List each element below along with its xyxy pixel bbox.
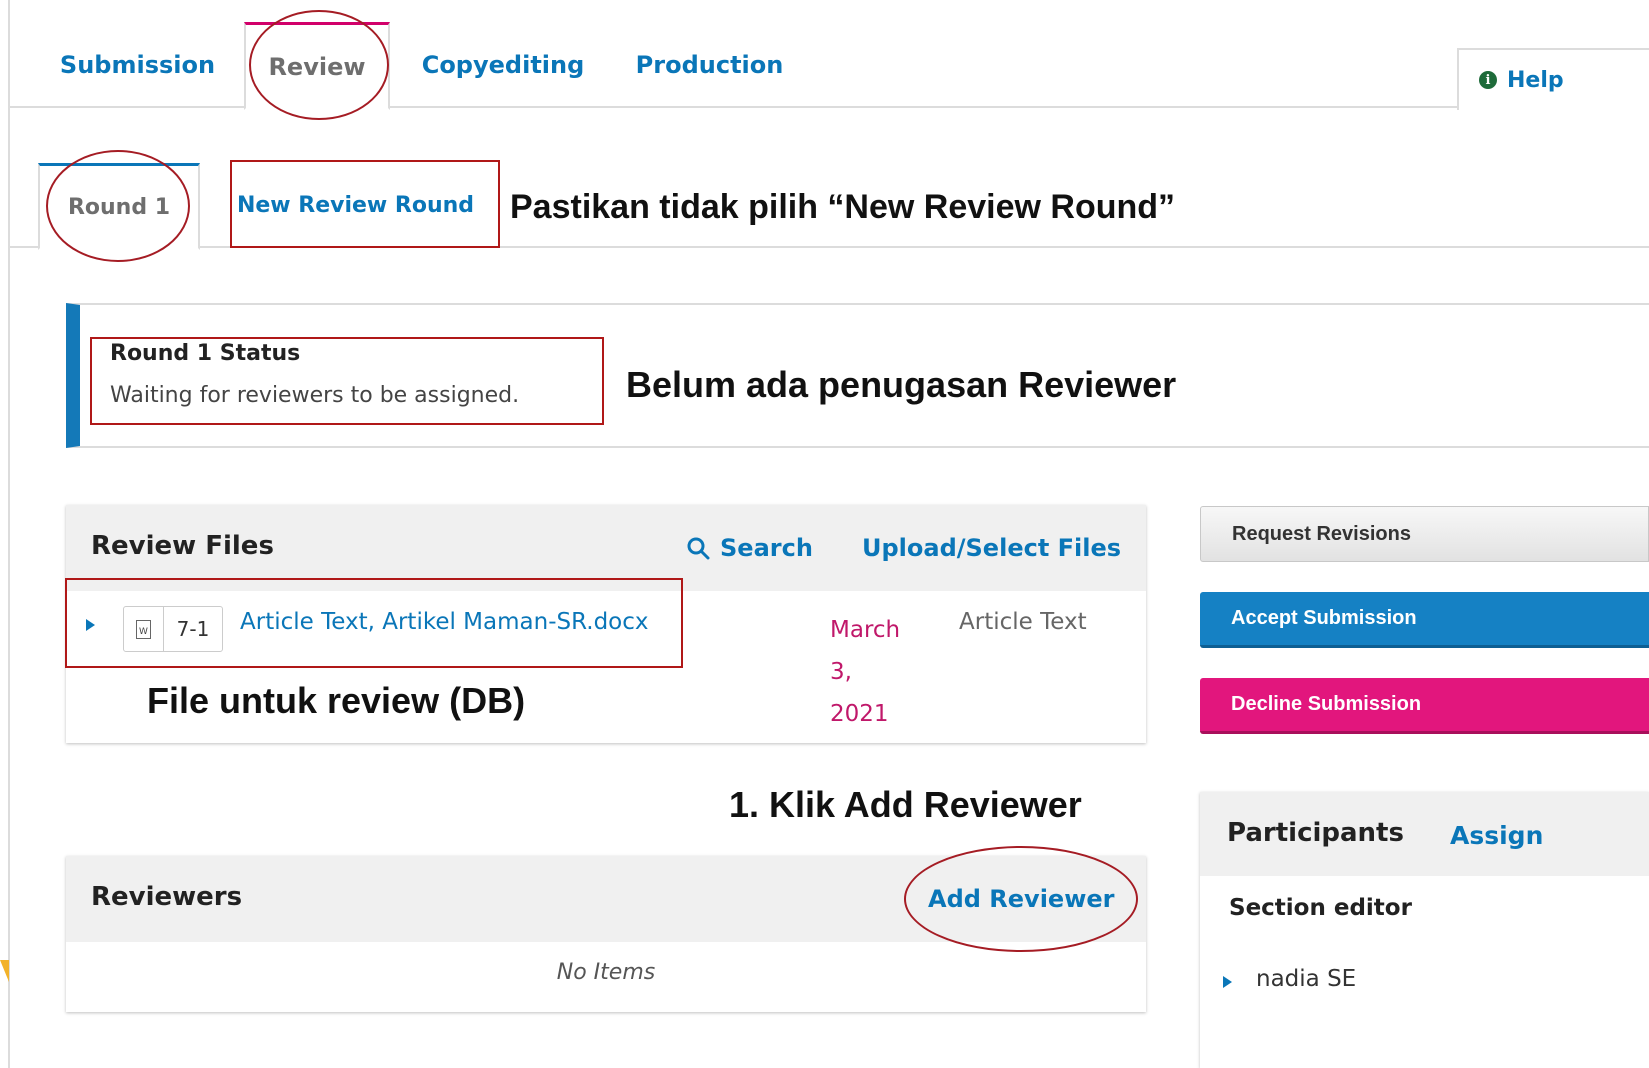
section-editor-heading: Section editor (1229, 895, 1412, 921)
tab-production[interactable]: Production (632, 22, 787, 108)
assign-link[interactable]: Assign (1450, 821, 1543, 850)
expand-participant-icon[interactable] (1223, 976, 1232, 988)
request-revisions-button[interactable]: Request Revisions (1200, 506, 1649, 562)
annotation-step1-note: 1. Klik Add Reviewer (729, 784, 1082, 825)
annotation-ellipse-review-tab (249, 10, 389, 120)
file-type: Article Text (959, 609, 1087, 635)
participant-name[interactable]: nadia SE (1256, 966, 1356, 992)
annotation-ellipse-round-1 (46, 150, 190, 262)
tab-copyediting[interactable]: Copyediting (418, 22, 588, 108)
annotation-box-new-round (230, 160, 500, 248)
corner-accent (0, 960, 9, 982)
decline-submission-button[interactable]: Decline Submission (1200, 678, 1649, 734)
annotation-box-status (90, 337, 604, 425)
reviewers-title: Reviewers (91, 882, 243, 912)
annotation-new-round-note: Pastikan tidak pilih “New Review Round” (510, 188, 1176, 226)
annotation-status-note: Belum ada penugasan Reviewer (626, 364, 1177, 405)
search-link[interactable]: Search (686, 534, 813, 562)
help-button[interactable]: i Help (1457, 48, 1649, 110)
annotation-box-file (65, 578, 683, 668)
tab-submission[interactable]: Submission (55, 22, 220, 108)
participants-title: Participants (1227, 818, 1404, 848)
search-icon (687, 537, 710, 560)
info-icon: i (1479, 71, 1497, 89)
file-date: March 3, 2021 (830, 617, 901, 727)
annotation-file-note: File untuk review (DB) (147, 680, 526, 721)
annotation-ellipse-add-reviewer (904, 846, 1138, 952)
upload-select-files-link[interactable]: Upload/Select Files (862, 534, 1121, 562)
accept-submission-button[interactable]: Accept Submission (1200, 592, 1649, 648)
participants-panel: Participants Assign Section editor nadia… (1200, 792, 1649, 1068)
reviewers-empty-text: No Items (556, 960, 656, 985)
review-files-title: Review Files (91, 531, 274, 561)
help-label: Help (1507, 67, 1564, 93)
search-label: Search (720, 534, 813, 562)
